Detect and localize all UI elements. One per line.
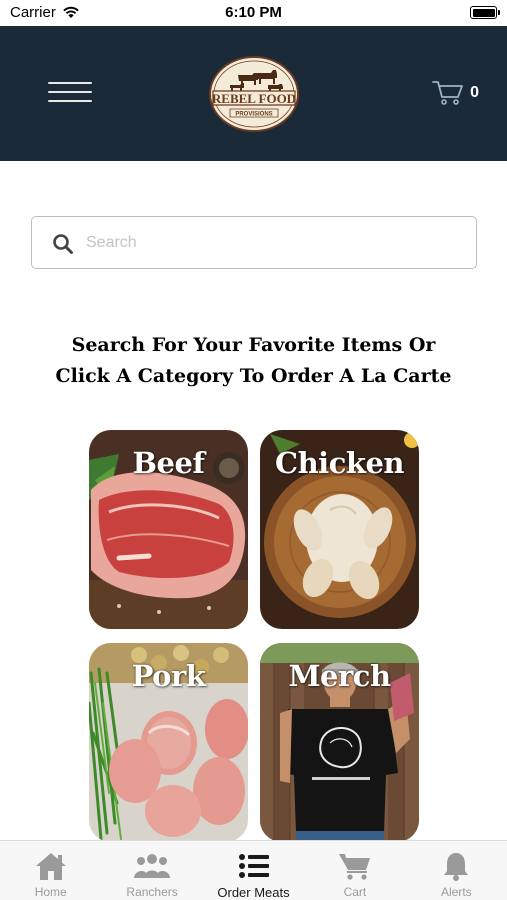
- bottom-tab-bar: Home Ranchers Order Meats Cart Alerts: [0, 840, 507, 900]
- cart-count-badge: 0: [470, 84, 479, 101]
- logo-subtitle: PROVISIONS: [235, 112, 272, 118]
- tab-label-alerts: Alerts: [440, 885, 472, 899]
- header-cart-button[interactable]: 0: [432, 78, 479, 108]
- category-label-merch: Merch: [288, 659, 391, 693]
- hamburger-menu-button[interactable]: [48, 82, 92, 102]
- menu-line-icon: [48, 100, 92, 102]
- users-icon: [134, 854, 171, 878]
- tab-label-home: Home: [34, 885, 67, 899]
- logo-name: REBEL FOOD: [212, 91, 296, 106]
- tab-alerts[interactable]: Alerts: [406, 841, 507, 900]
- search-bar[interactable]: [31, 216, 477, 269]
- list-icon: [238, 854, 269, 878]
- tab-label-cart: Cart: [343, 885, 367, 899]
- menu-line-icon: [48, 91, 92, 93]
- rebel-food-logo[interactable]: REBEL FOOD PROVISIONS: [208, 55, 300, 133]
- shopping-cart-icon: [432, 81, 463, 105]
- category-label-pork: Pork: [131, 659, 206, 693]
- category-tile-chicken[interactable]: Chicken: [260, 430, 419, 629]
- category-tile-merch[interactable]: Merch: [260, 643, 419, 842]
- status-bar: Carrier 6:10 PM: [0, 0, 507, 26]
- category-prompt: Search For Your Favorite Items Or Click …: [0, 330, 507, 392]
- app-header: REBEL FOOD PROVISIONS 0: [0, 26, 507, 161]
- cart-icon: [338, 854, 370, 880]
- category-tile-beef[interactable]: Beef: [89, 430, 248, 629]
- tab-cart[interactable]: Cart: [304, 841, 405, 900]
- bell-icon: [444, 853, 469, 881]
- tab-label-ranchers: Ranchers: [126, 885, 178, 899]
- search-icon: [53, 234, 73, 254]
- tab-home[interactable]: Home: [0, 841, 101, 900]
- category-tile-pork[interactable]: Pork: [89, 643, 248, 842]
- prompt-line-1: Search For Your Favorite Items Or: [71, 334, 436, 356]
- category-label-chicken: Chicken: [275, 446, 404, 480]
- clock: 6:10 PM: [225, 4, 282, 21]
- category-label-beef: Beef: [132, 446, 205, 480]
- tab-ranchers[interactable]: Ranchers: [101, 841, 202, 900]
- search-input[interactable]: [86, 227, 466, 259]
- battery-icon: [470, 6, 500, 19]
- prompt-line-2: Click A Category To Order A La Carte: [55, 365, 452, 387]
- tab-label-order-meats: Order Meats: [217, 885, 290, 900]
- menu-line-icon: [48, 82, 92, 84]
- tab-order-meats[interactable]: Order Meats: [203, 841, 304, 900]
- home-icon: [35, 853, 66, 880]
